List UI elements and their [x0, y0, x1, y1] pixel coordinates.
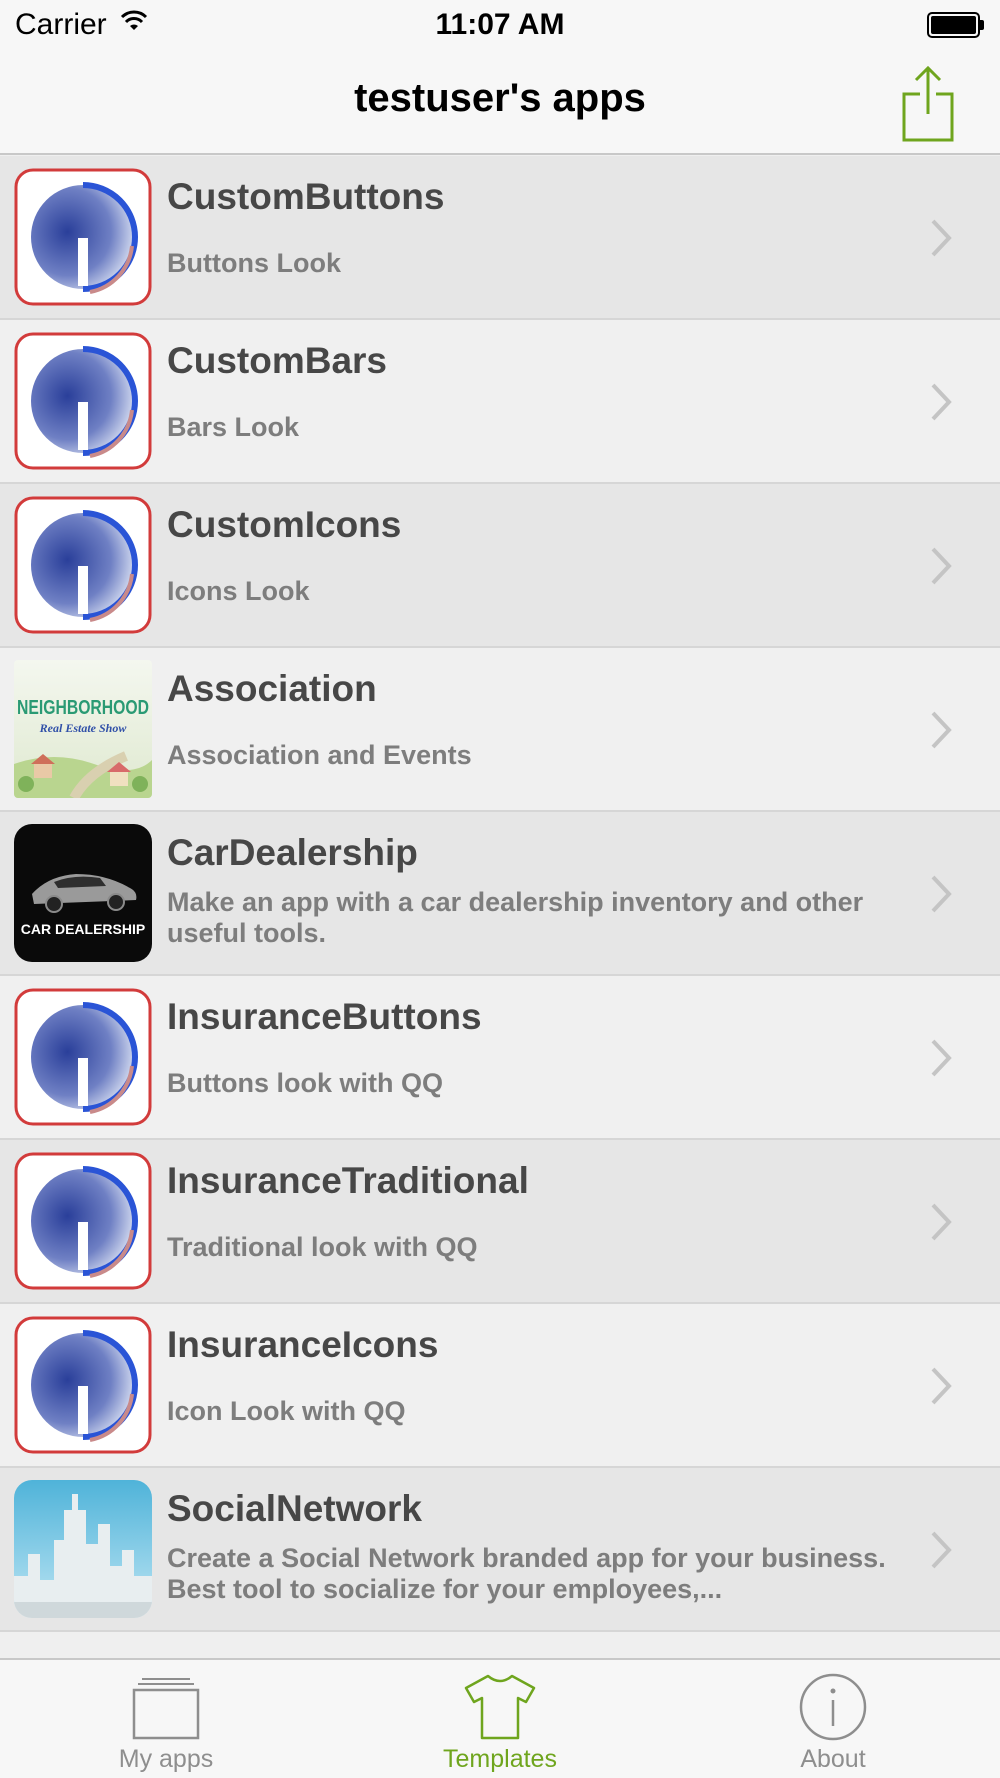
app-thumbnail: CAR DEALERSHIP [14, 824, 152, 962]
logo-icon [14, 1316, 152, 1454]
page-title: testuser's apps [354, 76, 646, 120]
chevron-right-icon [931, 547, 952, 585]
svg-text:Real Estate Show: Real Estate Show [39, 721, 128, 735]
tab-templates[interactable]: Templates [375, 1660, 625, 1778]
list-item[interactable]: SocialNetwork Create a Social Network br… [0, 1468, 1000, 1632]
list-item[interactable]: CustomButtons Buttons Look [0, 156, 1000, 320]
tab-about[interactable]: About [708, 1660, 958, 1778]
app-thumbnail [14, 1480, 152, 1618]
app-subtitle: Icon Look with QQ [167, 1396, 406, 1426]
logo-icon [14, 988, 152, 1126]
app-title: CustomIcons [167, 504, 402, 545]
list-item[interactable]: NEIGHBORHOOD Real Estate Show Associatio… [0, 648, 1000, 812]
info-icon [799, 1673, 867, 1741]
app-thumbnail [14, 1316, 152, 1454]
battery-icon [927, 12, 984, 38]
status-time: 11:07 AM [435, 8, 565, 41]
app-thumbnail: NEIGHBORHOOD Real Estate Show [14, 660, 152, 798]
chevron-right-icon [931, 1203, 952, 1241]
logo-icon [14, 496, 152, 634]
app-subtitle: Traditional look with QQ [167, 1232, 478, 1262]
app-subtitle: Buttons look with QQ [167, 1068, 443, 1098]
list-item[interactable]: CAR DEALERSHIP CarDealership Make an app… [0, 812, 1000, 976]
neighborhood-icon: NEIGHBORHOOD Real Estate Show [14, 660, 152, 798]
app-thumbnail [14, 168, 152, 306]
app-thumbnail [14, 496, 152, 634]
app-title: InsuranceButtons [167, 996, 482, 1037]
list-item[interactable]: InsuranceTraditional Traditional look wi… [0, 1140, 1000, 1304]
logo-icon [14, 332, 152, 470]
app-subtitle: Bars Look [167, 412, 300, 442]
app-title: CustomButtons [167, 176, 445, 217]
app-subtitle: Association and Events [167, 740, 472, 770]
app-title: SocialNetwork [167, 1488, 422, 1529]
status-bar: Carrier 11:07 AM [0, 0, 1000, 50]
list-item[interactable]: InsuranceButtons Buttons look with QQ [0, 976, 1000, 1140]
app-subtitle: Create a Social Network branded app for … [167, 1543, 886, 1604]
logo-icon [14, 1152, 152, 1290]
app-subtitle: Icons Look [167, 576, 310, 606]
app-screen: Carrier 11:07 AM testuser's apps CustomB… [0, 0, 1000, 1778]
city-skyline-icon [14, 1480, 152, 1618]
tab-my-apps[interactable]: My apps [41, 1660, 291, 1778]
app-subtitle: Buttons Look [167, 248, 341, 278]
tshirt-icon [464, 1674, 536, 1740]
tab-label: My apps [118, 1745, 214, 1773]
navigation-bar: testuser's apps [0, 50, 1000, 155]
app-title: CustomBars [167, 340, 387, 381]
list-item[interactable]: CustomIcons Icons Look [0, 484, 1000, 648]
car-dealership-icon: CAR DEALERSHIP [14, 824, 152, 962]
chevron-right-icon [931, 1039, 952, 1077]
tab-bar: My apps Templates About [0, 1658, 1000, 1778]
svg-text:CAR DEALERSHIP: CAR DEALERSHIP [21, 921, 145, 937]
app-title: Association [167, 668, 377, 709]
chevron-right-icon [931, 383, 952, 421]
tab-label: About [800, 1745, 866, 1773]
app-title: InsuranceIcons [167, 1324, 439, 1365]
logo-icon [14, 168, 152, 306]
app-thumbnail [14, 332, 152, 470]
app-title: CarDealership [167, 832, 418, 873]
folder-stack-icon [132, 1678, 200, 1740]
app-subtitle: Make an app with a car dealership invent… [167, 887, 864, 948]
list-item[interactable]: CustomBars Bars Look [0, 320, 1000, 484]
list-item[interactable]: InsuranceIcons Icon Look with QQ [0, 1304, 1000, 1468]
share-button[interactable] [898, 64, 958, 144]
app-thumbnail [14, 988, 152, 1126]
app-title: InsuranceTraditional [167, 1160, 529, 1201]
chevron-right-icon [931, 219, 952, 257]
tab-label: Templates [443, 1745, 557, 1773]
chevron-right-icon [931, 711, 952, 749]
chevron-right-icon [931, 1531, 952, 1569]
chevron-right-icon [931, 875, 952, 913]
app-list: CustomButtons Buttons Look CustomBars Ba… [0, 156, 1000, 1632]
app-thumbnail [14, 1152, 152, 1290]
chevron-right-icon [931, 1367, 952, 1405]
svg-text:NEIGHBORHOOD: NEIGHBORHOOD [17, 697, 149, 719]
